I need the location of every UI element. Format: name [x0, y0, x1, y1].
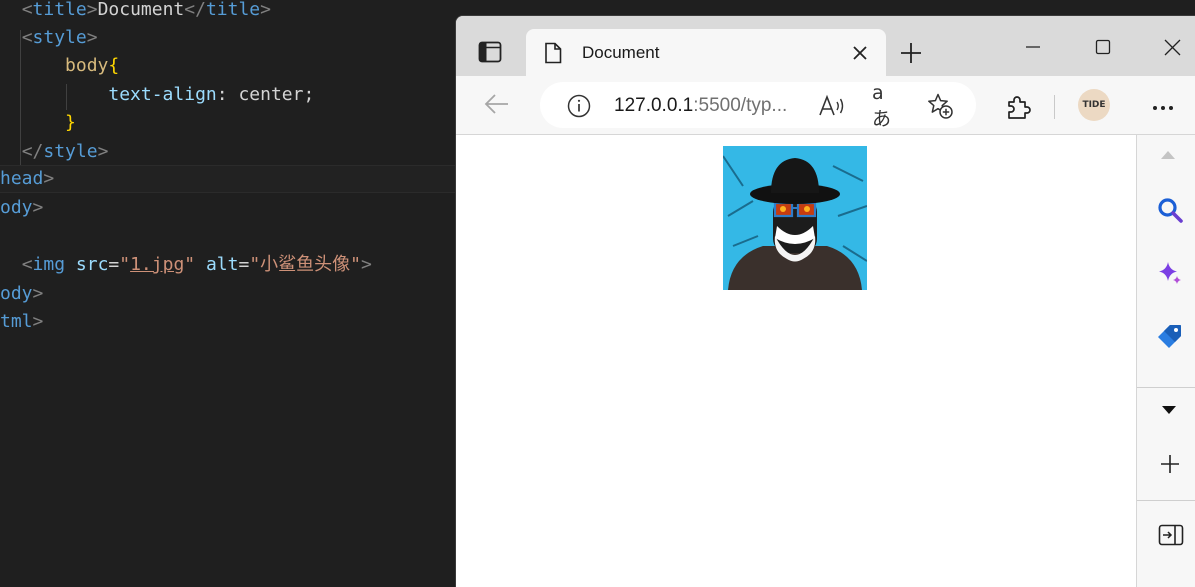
caret-down-icon[interactable]	[1158, 399, 1180, 421]
tab-document[interactable]: Document	[526, 29, 886, 76]
edge-sidebar	[1136, 135, 1195, 587]
sparkle-icon[interactable]	[1156, 259, 1184, 287]
read-aloud-icon[interactable]	[818, 93, 846, 119]
code-line: ody>	[0, 197, 44, 218]
minimize-icon[interactable]	[1018, 32, 1048, 62]
tab-title: Document	[582, 43, 660, 62]
sidebar-divider	[1137, 500, 1195, 501]
translate-icon[interactable]: aあ	[872, 82, 902, 130]
address-bar[interactable]: 127.0.0.1:5500/typ... aあ	[540, 82, 976, 130]
panel-icon[interactable]	[1157, 522, 1185, 548]
close-icon[interactable]	[848, 41, 872, 65]
browser-toolbar: 127.0.0.1:5500/typ... aあ TIDE	[456, 76, 1195, 135]
maximize-icon[interactable]	[1088, 32, 1118, 62]
code-line-current: head>	[0, 165, 455, 193]
code-line: tml>	[0, 311, 44, 332]
plus-icon[interactable]	[1157, 451, 1183, 477]
plus-icon[interactable]	[896, 38, 926, 68]
search-icon[interactable]	[1156, 196, 1184, 224]
page-icon	[542, 41, 564, 65]
avatar[interactable]: TIDE	[1078, 89, 1110, 121]
back-arrow-icon[interactable]	[482, 89, 512, 119]
tab-actions-icon[interactable]	[474, 38, 506, 66]
caret-up-icon[interactable]	[1158, 145, 1178, 165]
tag-icon[interactable]	[1156, 322, 1184, 350]
page-image	[722, 146, 868, 290]
puzzle-icon[interactable]	[1004, 93, 1032, 121]
code-editor[interactable]: <title>Document</title> <style> body{ te…	[0, 0, 455, 586]
info-icon[interactable]	[566, 93, 592, 119]
code-line: <title>Document</title>	[21, 0, 271, 20]
toolbar-divider	[1054, 95, 1055, 119]
sidebar-divider	[1137, 387, 1195, 388]
url-text[interactable]: 127.0.0.1:5500/typ...	[614, 95, 787, 117]
page-viewport[interactable]	[456, 135, 1136, 587]
close-icon[interactable]	[1157, 32, 1187, 62]
code-line: <img src="1.jpg" alt="小鲨鱼头像">	[21, 254, 372, 275]
tab-strip: Document	[456, 16, 1195, 76]
more-dots-icon[interactable]	[1148, 93, 1178, 123]
code-line: body{	[65, 55, 120, 76]
code-line: text-align: center;	[108, 84, 315, 105]
src-link[interactable]: 1.jpg	[130, 254, 184, 275]
star-plus-icon[interactable]	[926, 92, 954, 120]
code-line: }	[65, 112, 76, 133]
browser-window: Document 127.0.0.1:5500/typ... aあ TIDE	[455, 15, 1195, 587]
code-line: <style>	[21, 27, 98, 48]
code-line: ody>	[0, 283, 44, 304]
